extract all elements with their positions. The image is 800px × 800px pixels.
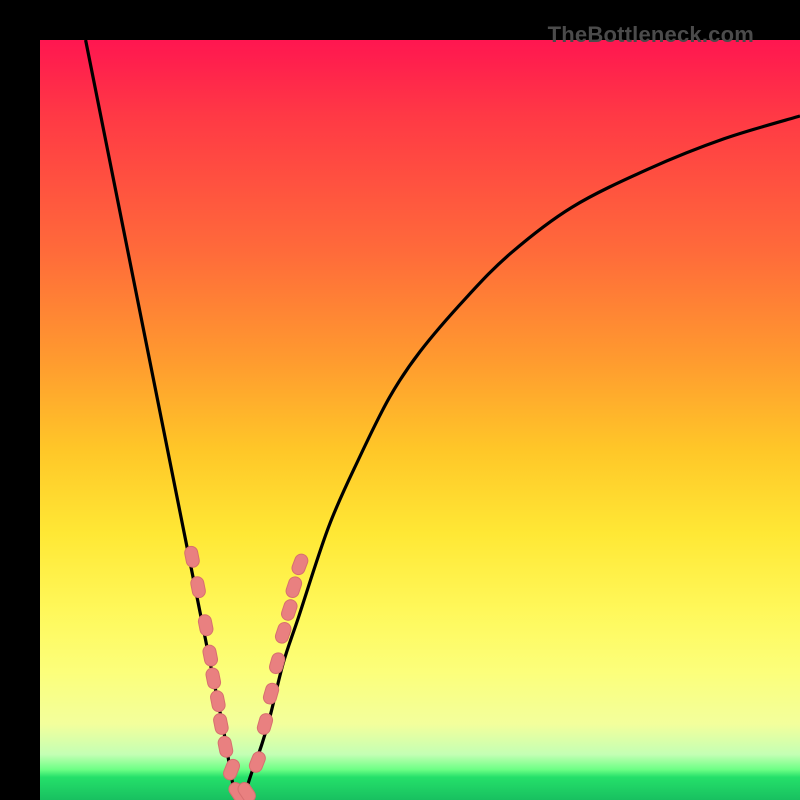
marker-group — [184, 545, 310, 800]
curve-marker — [197, 614, 214, 637]
bottleneck-curve — [86, 40, 800, 800]
curve-marker — [290, 552, 310, 576]
curve-marker — [190, 576, 207, 599]
curve-marker — [212, 712, 229, 735]
curve-marker — [268, 651, 286, 675]
curve-marker — [284, 575, 303, 599]
curve-marker — [222, 757, 242, 781]
chart-frame: TheBottleneck.com — [0, 0, 800, 800]
curve-marker — [217, 735, 234, 758]
curve-marker — [202, 644, 219, 667]
curve-marker — [205, 667, 222, 690]
plot-svg — [40, 40, 800, 800]
curve-marker — [262, 682, 280, 706]
curve-marker — [209, 690, 226, 713]
curve-marker — [247, 750, 267, 774]
curve-marker — [256, 712, 274, 736]
curve-marker — [280, 598, 299, 622]
curve-marker — [184, 545, 201, 568]
